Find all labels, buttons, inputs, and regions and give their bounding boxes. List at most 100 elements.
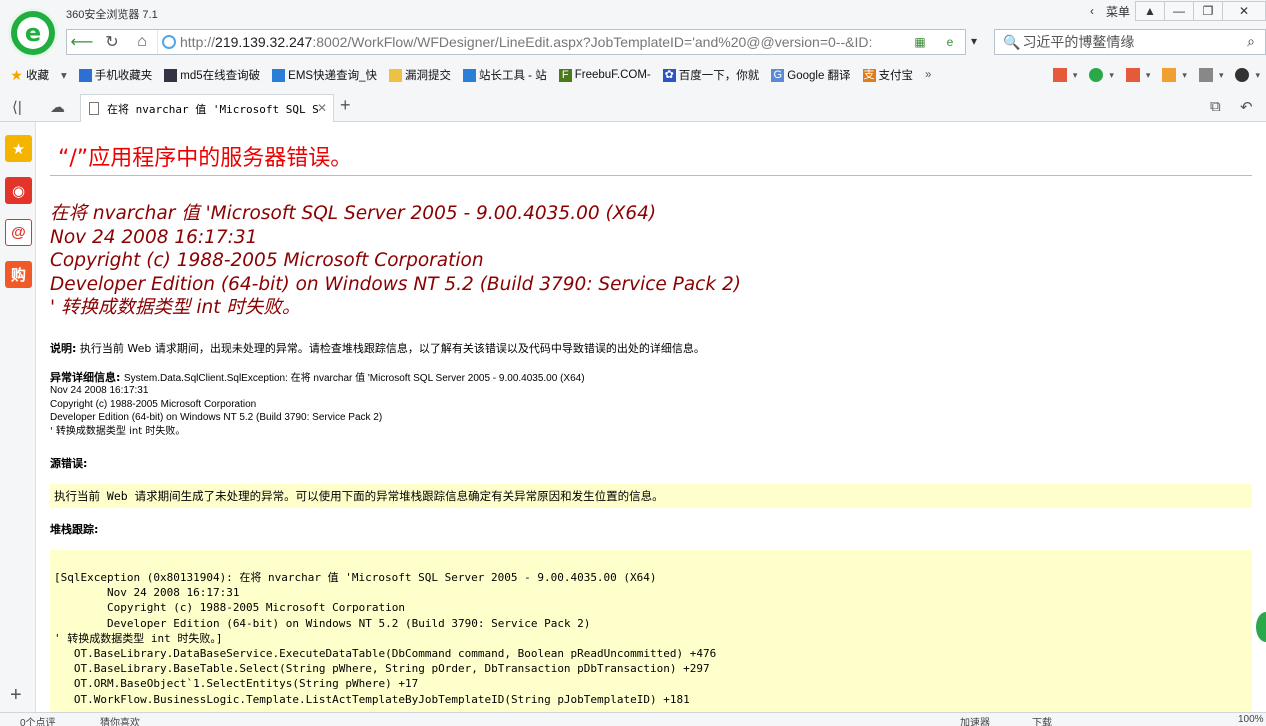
fav-label: Google 翻译	[787, 70, 851, 82]
fav-label: EMS快递查询_快	[288, 70, 377, 82]
recommend-status[interactable]: 猜你喜欢	[100, 714, 140, 726]
chevron-down-icon[interactable]: ▾	[61, 68, 67, 82]
qr-code-icon[interactable]: ▦	[905, 30, 935, 54]
close-button[interactable]: ✕	[1222, 1, 1266, 21]
chevron-down-icon[interactable]: ▾	[1073, 70, 1078, 81]
fav-label: 百度一下，你就	[678, 70, 760, 82]
search-text: 习近平的博鳌情缘	[1022, 34, 1135, 50]
fav-label: 支付宝	[878, 70, 914, 82]
cloud-icon[interactable]: ☁	[50, 98, 65, 116]
fav-label: FreebuF.COM-	[574, 69, 651, 81]
description-text: 执行当前 Web 请求期间，出现未处理的异常。请检查堆栈跟踪信息，以了解有关该错…	[79, 342, 705, 355]
address-bar: ⟵ ↻ ⌂ http://219.139.32.247:8002/WorkFlo…	[66, 29, 966, 55]
mail-icon[interactable]: @	[5, 219, 32, 246]
chevron-down-icon[interactable]: ▾	[1255, 70, 1260, 81]
fav-item-5[interactable]: 站长工具 - 站	[462, 67, 547, 83]
new-tab-button[interactable]: +	[340, 95, 351, 116]
url-input[interactable]: http://219.139.32.247:8002/WorkFlow/WFDe…	[157, 30, 905, 54]
fav-label: 站长工具 - 站	[478, 70, 547, 82]
chevron-down-icon[interactable]: ▾	[1109, 70, 1114, 81]
ie-mode-icon[interactable]: e	[935, 30, 965, 54]
weibo-icon[interactable]: ◉	[5, 177, 32, 204]
screenshot-icon[interactable]	[1162, 68, 1177, 82]
globe-icon	[162, 35, 176, 49]
divider	[50, 175, 1252, 176]
more-chevron-icon[interactable]: »	[925, 69, 931, 81]
fav-item-7[interactable]: ✿ 百度一下，你就	[662, 67, 760, 83]
stack-trace-label: 堆栈跟踪:	[50, 523, 99, 536]
fav-item-6[interactable]: F FreebuF.COM-	[558, 68, 651, 82]
chevron-down-icon[interactable]: ▾	[1146, 70, 1151, 81]
chevron-down-icon[interactable]: ▾	[971, 34, 977, 48]
back-arrow-icon[interactable]: ⟵	[67, 30, 97, 54]
skin-icon[interactable]: ▲	[1135, 1, 1165, 21]
undo-close-icon[interactable]: ↶	[1240, 98, 1253, 116]
search-icon[interactable]: ⌕	[1247, 33, 1255, 50]
alipay-icon: 支	[862, 68, 876, 82]
page-title: “/”应用程序中的服务器错误。	[58, 146, 353, 171]
chevron-down-icon[interactable]: ▾	[1219, 70, 1224, 81]
exception-line: Developer Edition (64-bit) on Windows NT…	[50, 412, 383, 423]
webmaster-icon	[462, 68, 476, 82]
browser-chrome: e 360安全浏览器 7.1 ‹ 菜单 ▲ — ❐ ✕ ⟵ ↻ ⌂ http:/…	[0, 0, 1266, 122]
source-error-box: 执行当前 Web 请求期间生成了未处理的异常。可以使用下面的异常堆栈跟踪信息确定…	[50, 484, 1252, 508]
browser-logo[interactable]: e	[8, 8, 58, 58]
comments-status[interactable]: 0个点评	[20, 714, 56, 726]
fav-label: 手机收藏夹	[94, 70, 153, 82]
menu-button[interactable]: 菜单	[1100, 3, 1136, 20]
fav-label: md5在线查询破	[180, 70, 261, 82]
description: 说明: 执行当前 Web 请求期间，出现未处理的异常。请检查堆栈跟踪信息，以了解…	[50, 340, 705, 356]
chevron-down-icon[interactable]: ▾	[1182, 70, 1187, 81]
translate-icon[interactable]	[1125, 68, 1140, 82]
refresh-icon[interactable]: ↻	[97, 30, 127, 54]
baidu-icon: ✿	[662, 68, 676, 82]
status-bar: 0个点评 猜你喜欢 加速器 下载 100%	[0, 712, 1266, 726]
collapse-sidebar-icon[interactable]: ⟨|	[12, 98, 22, 116]
fav-item-2[interactable]: md5在线查询破	[164, 67, 260, 83]
apps-icon[interactable]	[1052, 68, 1067, 82]
url-prefix: http://	[180, 34, 216, 50]
error-line: Developer Edition (64-bit) on Windows NT…	[50, 273, 741, 295]
minimize-button[interactable]: —	[1164, 1, 1194, 21]
page-icon	[89, 102, 99, 115]
stack-trace-box: [SqlException (0x80131904): 在将 nvarchar …	[50, 550, 1252, 712]
image-icon[interactable]	[1198, 68, 1213, 82]
exception-label: 异常详细信息:	[50, 371, 121, 384]
search-engine-icon: 🔍	[1003, 33, 1021, 50]
download-status[interactable]: 下载	[1032, 714, 1052, 726]
favorites-bar: ★ 收藏 ▾ 手机收藏夹 md5在线查询破 EMS快递查询_快 漏洞提交 站长工具 …	[0, 62, 1266, 88]
fav-item-4[interactable]: 漏洞提交	[388, 67, 451, 83]
fav-item-3[interactable]: EMS快递查询_快	[272, 67, 377, 83]
maximize-button[interactable]: ❐	[1193, 1, 1223, 21]
exception-line: Nov 24 2008 16:17:31	[50, 385, 149, 396]
phone-icon	[78, 68, 92, 82]
freebuf-icon: F	[558, 68, 572, 82]
page-content: “/”应用程序中的服务器错误。 在将 nvarchar 值 'Microsoft…	[36, 122, 1266, 712]
accelerator-status[interactable]: 加速器	[960, 714, 990, 726]
favorites-star-icon[interactable]: ★	[5, 135, 32, 162]
search-input[interactable]: ▾ 🔍 习近平的博鳌情缘 ⌕	[971, 29, 1266, 55]
left-sidebar: ★ ◉ @ 购 +	[0, 122, 36, 712]
grid-icon	[164, 68, 178, 82]
zoom-level[interactable]: 100%	[1238, 714, 1264, 725]
shield-icon[interactable]	[1089, 68, 1104, 82]
extension-icons: ▾ ▾ ▾ ▾ ▾ ▾	[1041, 62, 1260, 88]
close-tab-icon[interactable]: ✕	[317, 101, 327, 115]
add-sidebar-icon[interactable]: +	[10, 684, 22, 707]
url-host: 219.139.32.247	[215, 34, 313, 50]
error-line: 在将 nvarchar 值 'Microsoft SQL Server 2005…	[50, 203, 657, 224]
tab-active[interactable]: 在将 nvarchar 值 'Microsoft SQL S ✕	[80, 94, 334, 122]
home-icon[interactable]: ⌂	[127, 30, 157, 54]
error-line: ' 转换成数据类型 int 时失败。	[50, 297, 301, 319]
back-small-icon[interactable]: ‹	[1084, 4, 1100, 18]
shopping-icon[interactable]: 购	[5, 261, 32, 288]
exception-line: Copyright (c) 1988-2005 Microsoft Corpor…	[50, 398, 257, 410]
fav-label: 收藏	[26, 70, 49, 82]
fav-item-8[interactable]: G Google 翻译	[771, 67, 851, 83]
fav-item-9[interactable]: 支支付宝	[862, 67, 914, 83]
fav-item-0[interactable]: ★ 收藏 ▾	[10, 67, 67, 83]
fav-item-1[interactable]: 手机收藏夹	[78, 67, 153, 83]
exception-line: ' 转换成数据类型 int 时失败。	[50, 425, 186, 437]
user-icon[interactable]	[1235, 68, 1250, 82]
restore-tabs-icon[interactable]: ⧉	[1210, 98, 1221, 115]
